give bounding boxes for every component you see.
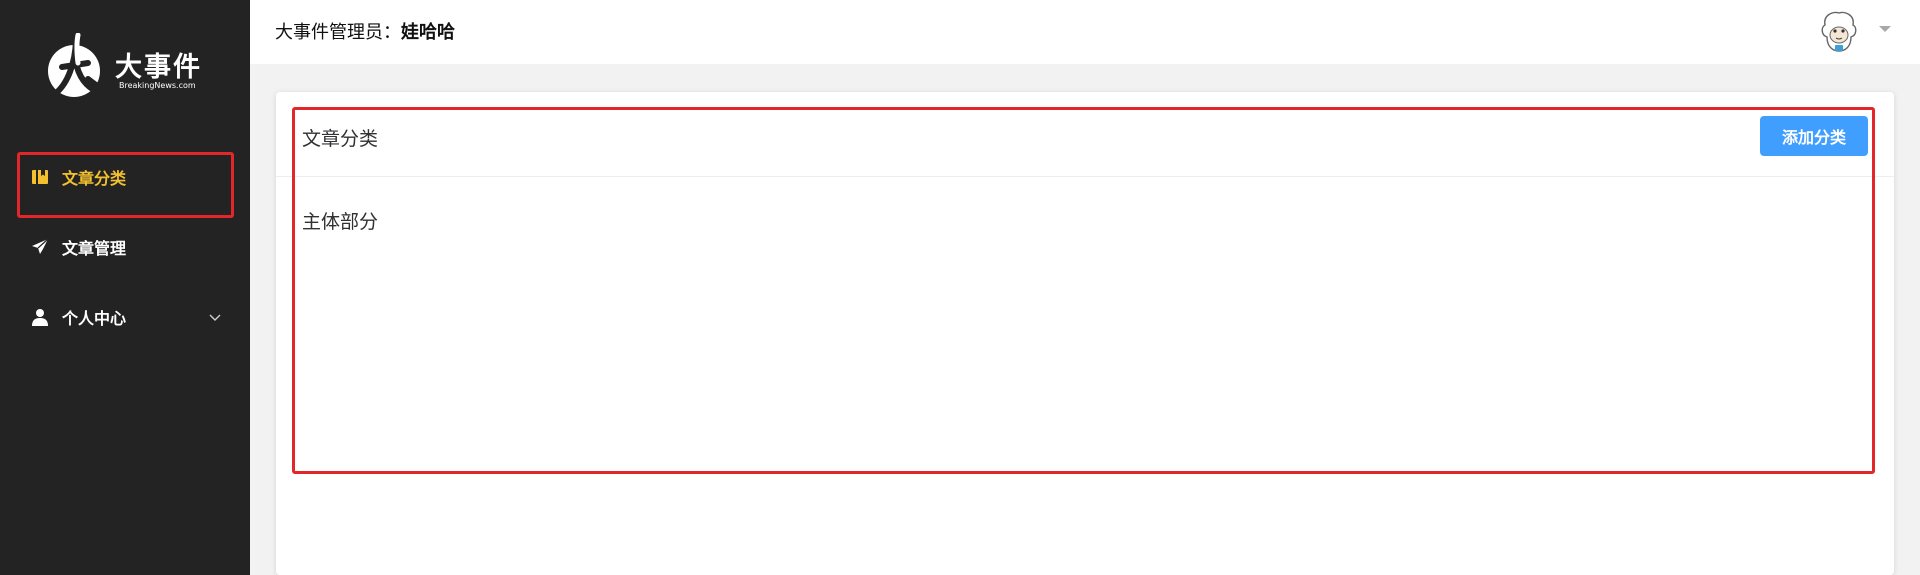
caret-down-icon[interactable]: [1878, 24, 1892, 34]
sidebar-item-article-management[interactable]: 文章管理: [0, 219, 250, 275]
app: 大事件 BreakingNews.com 文章分类 文章管理 个人中心 大事件管…: [0, 0, 1920, 575]
highlight-box-nav: [17, 152, 234, 218]
avatar[interactable]: [1815, 7, 1863, 55]
logo-subtitle: BreakingNews.com: [119, 81, 196, 90]
header-title: 大事件管理员：娃哈哈: [275, 18, 455, 44]
chevron-down-icon[interactable]: [208, 310, 222, 324]
logo-title: 大事件: [115, 52, 202, 83]
logo: 大事件 BreakingNews.com: [48, 33, 203, 101]
sidebar-item-label: 文章管理: [62, 239, 127, 258]
monkey-avatar-icon: [1816, 8, 1862, 54]
header-username: 娃哈哈: [401, 22, 455, 43]
sidebar-item-label: 个人中心: [62, 309, 127, 328]
logo-mark-icon: [48, 33, 105, 97]
sidebar: 大事件 BreakingNews.com 文章分类 文章管理 个人中心: [0, 0, 250, 575]
user-icon: [30, 307, 50, 327]
top-header: 大事件管理员：娃哈哈: [250, 0, 1920, 64]
paper-plane-icon: [30, 237, 50, 257]
header-prefix: 大事件管理员：: [275, 22, 401, 43]
highlight-box-card: [292, 107, 1875, 474]
sidebar-item-personal-center[interactable]: 个人中心: [0, 289, 250, 345]
